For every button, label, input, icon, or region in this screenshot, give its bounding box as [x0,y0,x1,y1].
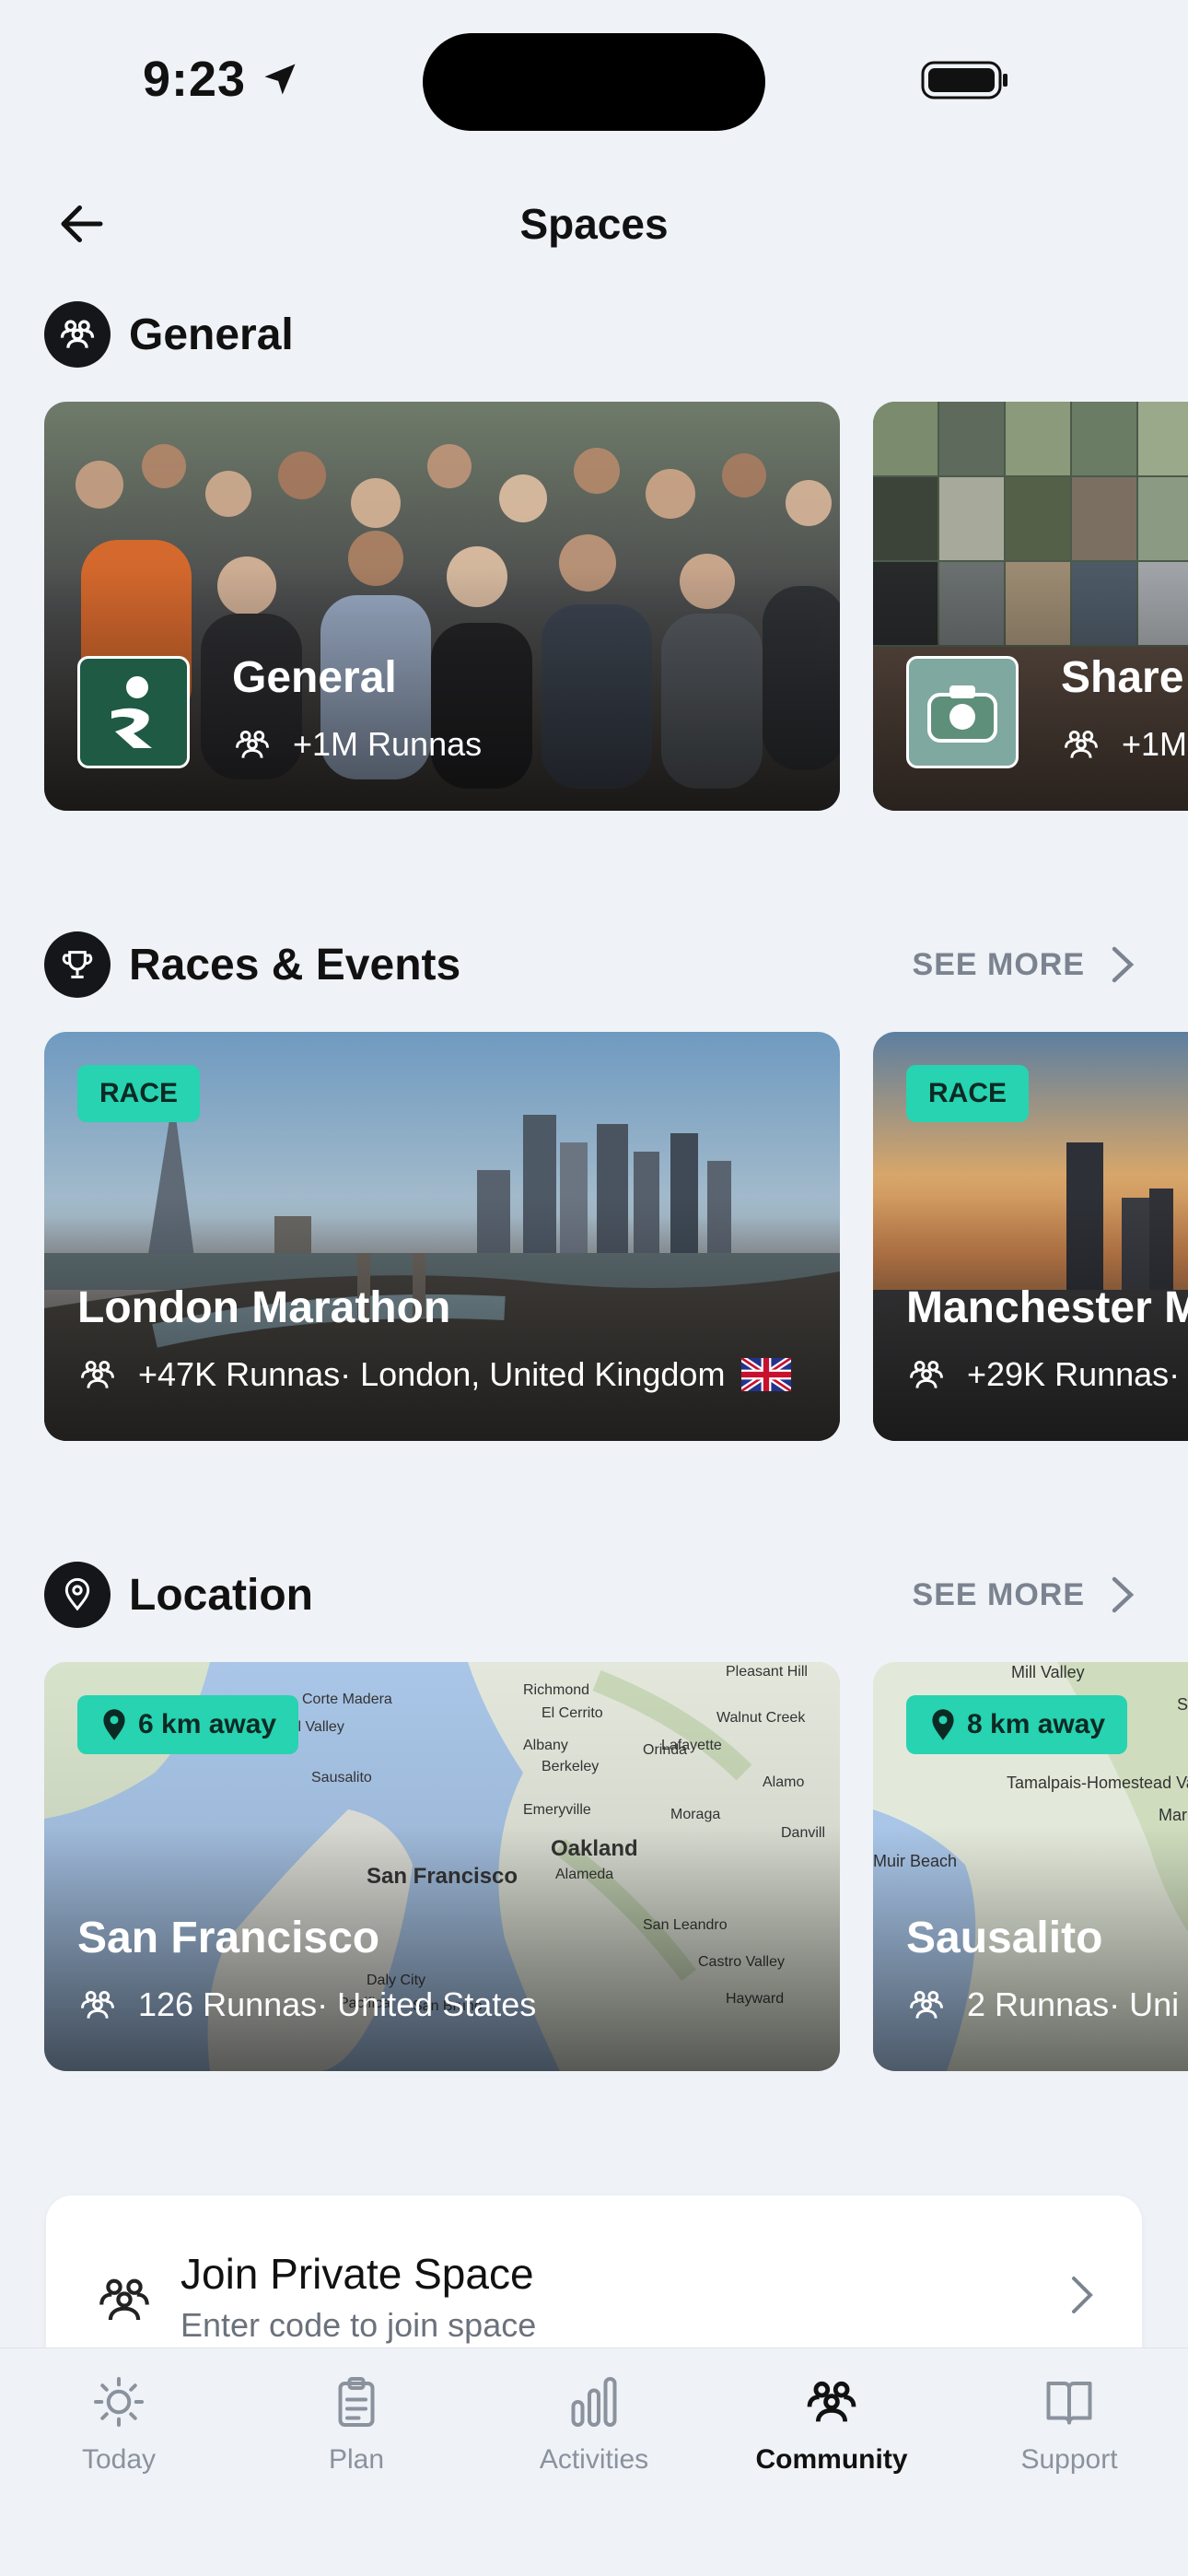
status-time: 9:23 [143,52,247,107]
map-label: Albany [523,1738,568,1753]
card-meta: 2 Runnas· Uni [906,1985,1179,2025]
space-card-general[interactable]: General +1M Runnas [44,402,840,811]
people-icon [81,1990,114,2019]
card-title: General [232,653,397,702]
chevron-right-icon [1112,946,1135,983]
race-badge: RACE [906,1065,1030,1122]
card-title: Sausalito [906,1914,1103,1962]
tab-support[interactable]: Support [977,2372,1161,2476]
card-meta: 126 Runnas· United States [77,1985,536,2025]
tab-plan[interactable]: Plan [264,2372,448,2476]
runna-logo [77,656,190,768]
page-title: Spaces [519,200,669,248]
section-races-header: Races & Events [44,931,460,998]
map-label: Berkeley [542,1759,599,1774]
map-label: Marin C [1159,1806,1188,1824]
people-icon [910,1360,943,1388]
location-card-san-francisco[interactable]: Richmond Corte Madera Mill Valley El Cerrit… [44,1662,840,2071]
distance-badge: 8 km away [906,1695,1128,1754]
tab-today[interactable]: Today [27,2372,211,2476]
people-icon [81,1360,114,1388]
map-label: Alamo [763,1774,804,1790]
chevron-right-icon [1072,2277,1093,2313]
map-label: Walnut Creek [716,1710,806,1726]
map-label: Corte Madera [302,1692,392,1707]
people-icon [236,730,269,758]
section-title: Races & Events [129,940,461,989]
status-bar: 9:23 [0,0,1188,157]
section-location-header: Location [44,1562,313,1628]
map-label: Lafayette [661,1738,722,1753]
location-arrow-icon [264,64,296,95]
map-pin-icon [932,1709,954,1740]
distance-badge: 6 km away [77,1695,299,1754]
map-pin-icon [103,1709,125,1740]
section-general-header: General [44,301,294,368]
people-icon [910,1990,943,2019]
races-see-more-button[interactable]: SEE MORE [913,931,1135,998]
card-meta: +29K Runnas· [906,1354,1180,1395]
map-label: Sausalito [311,1770,372,1786]
card-title: Manchester M [906,1283,1188,1332]
card-title: London Marathon [77,1283,451,1332]
card-title: San Francisco [77,1914,380,1962]
race-card-london[interactable]: RACE London Marathon +47K Runnas· London… [44,1032,840,1441]
space-card-share[interactable]: Share y +1M [873,402,1188,811]
race-badge: RACE [77,1065,201,1122]
battery-icon [921,61,1007,100]
map-label: Richmond [523,1682,589,1698]
people-icon [99,2278,149,2321]
section-title: Location [129,1570,313,1620]
location-see-more-button[interactable]: SEE MORE [913,1562,1135,1628]
trophy-icon [44,931,111,998]
map-label: Moraga [670,1807,720,1822]
card-meta: +1M [1061,724,1187,765]
tab-community[interactable]: Community [740,2372,924,2476]
section-title: General [129,310,294,359]
people-icon [1065,730,1098,758]
community-icon [802,2372,861,2431]
dynamic-island [423,33,765,131]
map-label: El Cerrito [542,1705,603,1721]
chevron-right-icon [1112,1576,1135,1613]
card-title: Share y [1061,653,1188,702]
map-label: Straw [1177,1695,1188,1714]
camera-logo [906,656,1019,768]
map-label: Mill Valley [1011,1663,1085,1681]
clipboard-icon [327,2372,386,2431]
bar-chart-icon [565,2372,623,2431]
private-space-title: Join Private Space [181,2250,534,2298]
people-icon [44,301,111,368]
card-meta: +1M Runnas [232,724,482,765]
map-label: Pleasant Hill [726,1664,808,1680]
map-pin-icon [44,1562,111,1628]
private-space-subtitle: Enter code to join space [181,2306,537,2344]
book-icon [1040,2372,1099,2431]
race-card-manchester[interactable]: RACE Manchester M +29K Runnas· [873,1032,1188,1441]
location-card-sausalito[interactable]: Mill Valley Straw Tamalpais-Homestead Vall… [873,1662,1188,2071]
sun-icon [89,2372,148,2431]
card-meta: +47K Runnas· London, United Kingdom [77,1354,811,1395]
tab-bar: Today Plan Activities Community Support [0,2348,1188,2576]
tab-activities[interactable]: Activities [502,2372,686,2476]
map-label: Emeryville [523,1802,591,1818]
map-label: Tamalpais-Homestead Valley [1007,1774,1188,1792]
uk-flag-icon [741,1358,792,1391]
